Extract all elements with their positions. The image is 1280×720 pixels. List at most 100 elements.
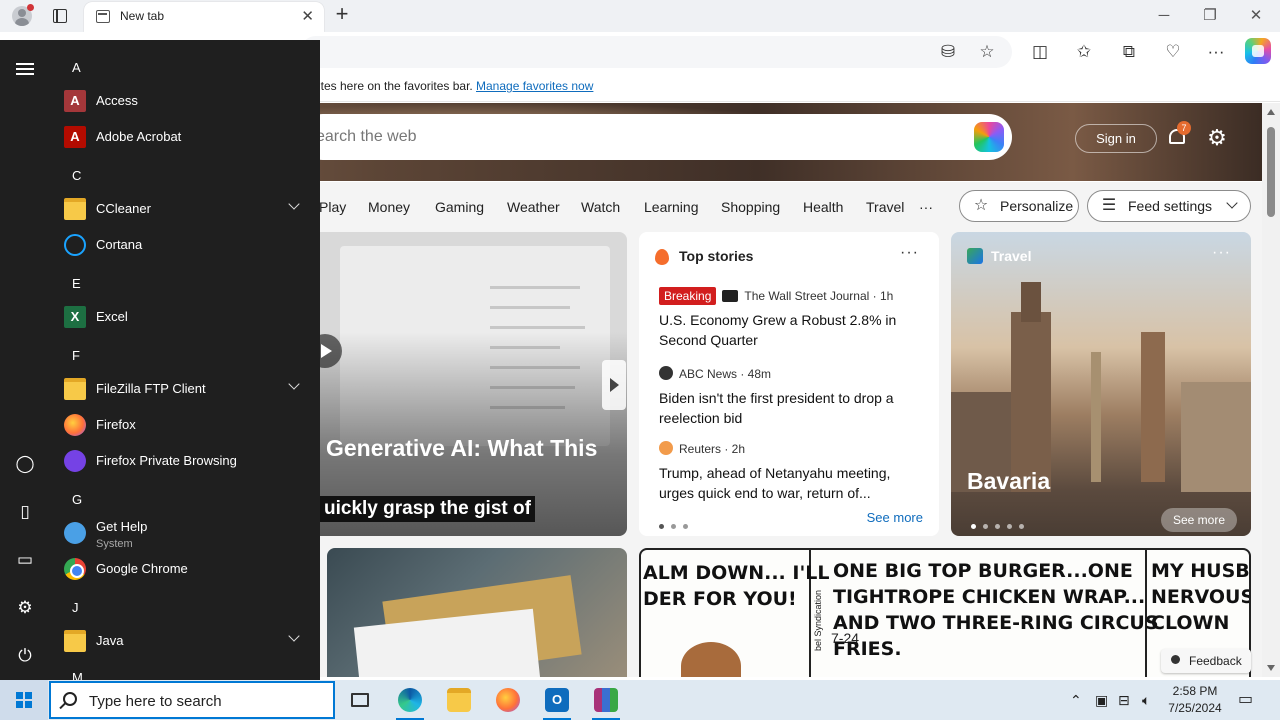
settings-icon[interactable]: ⚙ [14,597,36,619]
app-adobe-acrobat[interactable]: A Adobe Acrobat [56,119,312,155]
profile-button[interactable] [8,4,36,28]
category-money[interactable]: Money [368,199,410,215]
close-button[interactable]: ✕ [1236,4,1276,28]
collections-icon[interactable]: ⧉ [1117,40,1141,64]
travel-see-more-button[interactable]: See more [1161,508,1237,532]
section-letter-m[interactable]: M [72,670,83,680]
travel-card[interactable]: Travel ··· Bavaria See more [951,232,1251,536]
app-java-folder[interactable]: Java [56,623,312,659]
volume-icon[interactable]: 🔈︎ [1142,680,1150,720]
browser-essentials-icon[interactable]: ♡ [1161,40,1185,64]
category-travel[interactable]: Travel [866,199,904,215]
category-health[interactable]: Health [803,199,843,215]
app-google-chrome[interactable]: Google Chrome [56,551,312,587]
app-cortana[interactable]: Cortana [56,227,312,263]
taskbar: Type here to search O ⌃ ▣ ⊟ 🔈︎ 2:58 PM 7… [0,680,1280,720]
pictures-icon[interactable]: ▭ [14,549,36,571]
user-account-icon[interactable]: ◯ [14,453,36,475]
app-access[interactable]: A Access [56,83,312,119]
category-more[interactable]: ··· [919,199,933,215]
device-icon[interactable]: ▣ [1095,680,1108,720]
taskbar-winrar[interactable] [582,680,630,720]
comic-strip-card[interactable]: ALM DOWN... I'LL DER FOR YOU! bel Syndic… [639,548,1251,677]
app-excel[interactable]: X Excel [56,299,312,335]
video-headline[interactable]: Generative AI: What This [326,435,597,462]
copilot-icon[interactable] [974,122,1004,152]
category-gaming[interactable]: Gaming [435,199,484,215]
section-letter-c[interactable]: C [72,168,81,183]
story-title[interactable]: Trump, ahead of Netanyahu meeting, urges… [659,463,929,503]
video-card[interactable]: Generative AI: What This uickly grasp th… [280,232,627,536]
show-hidden-icons-icon[interactable]: ⌃ [1070,680,1082,720]
story-item[interactable]: Reuters · 2h Trump, ahead of Netanyahu m… [659,439,929,503]
taskbar-outlook[interactable]: O [533,680,581,720]
top-stories-more-button[interactable]: ··· [900,244,919,262]
copilot-sidebar-icon[interactable] [1245,38,1271,64]
taskbar-search-box[interactable]: Type here to search [49,681,335,719]
feedback-button[interactable]: Feedback [1161,649,1251,673]
address-bar[interactable] [300,36,1012,68]
personalize-button[interactable]: ☆ Personalize [959,190,1079,222]
app-firefox[interactable]: Firefox [56,407,312,443]
manage-favorites-link[interactable]: Manage favorites now [476,79,593,93]
app-label: Google Chrome [96,561,188,576]
travel-place-title[interactable]: Bavaria [967,468,1050,495]
favorite-star-icon[interactable]: ☆ [975,40,999,64]
page-scrollbar[interactable] [1262,103,1280,677]
scroll-up-icon[interactable] [1267,109,1275,115]
section-letter-a[interactable]: A [72,60,81,75]
story-title[interactable]: U.S. Economy Grew a Robust 2.8% in Secon… [659,310,929,350]
section-letter-e[interactable]: E [72,276,81,291]
category-watch[interactable]: Watch [581,199,620,215]
tab-close-button[interactable]: ✕ [301,7,314,25]
tab-new-tab[interactable]: New tab ✕ [84,2,324,32]
tracking-prevention-icon[interactable]: ⛁ [936,40,960,64]
category-play[interactable]: Play [319,199,346,215]
category-weather[interactable]: Weather [507,199,560,215]
story-item[interactable]: Breaking The Wall Street Journal · 1h U.S… [659,286,929,350]
power-icon[interactable]: ⏻ [14,645,36,667]
system-clock[interactable]: 2:58 PM 7/25/2024 [1160,683,1230,717]
taskbar-file-explorer[interactable] [435,680,483,720]
app-firefox-private[interactable]: Firefox Private Browsing [56,443,312,479]
documents-icon[interactable]: ▯ [14,501,36,523]
scroll-down-icon[interactable] [1267,665,1275,671]
notifications-bell-icon[interactable]: 7 [1166,121,1191,148]
sign-in-button[interactable]: Sign in [1075,124,1157,153]
web-search-box[interactable]: earch the web [300,114,1012,160]
task-view-button[interactable] [336,680,384,720]
top-stories-see-more-link[interactable]: See more [867,510,923,525]
scroll-thumb[interactable] [1267,127,1275,217]
tab-actions-button[interactable] [46,6,74,26]
app-label: Firefox [96,417,136,432]
settings-more-icon[interactable]: ··· [1204,40,1228,64]
mailbox-image-card[interactable] [327,548,627,677]
action-center-icon[interactable]: ▭ [1238,680,1253,720]
clock-date: 7/25/2024 [1168,701,1222,715]
new-tab-button[interactable]: + [330,3,354,27]
network-icon[interactable]: ⊟ [1118,680,1130,720]
hamburger-menu-icon[interactable] [16,63,34,75]
carousel-dots [971,516,1031,534]
story-item[interactable]: ABC News · 48m Biden isn't the first pre… [659,364,929,428]
split-screen-icon[interactable]: ◫ [1028,40,1052,64]
feed-settings-button[interactable]: ☰ Feed settings [1087,190,1251,222]
section-letter-f[interactable]: F [72,348,80,363]
minimize-button[interactable]: ─ [1144,4,1184,28]
story-title[interactable]: Biden isn't the first president to drop … [659,388,929,428]
taskbar-firefox[interactable] [484,680,532,720]
section-letter-g[interactable]: G [72,492,82,507]
page-settings-gear-icon[interactable]: ⚙ [1205,126,1229,150]
app-get-help[interactable]: Get Help System [56,515,312,551]
favorites-icon[interactable]: ✩ [1072,40,1096,64]
category-shopping[interactable]: Shopping [721,199,780,215]
app-ccleaner-folder[interactable]: CCleaner [56,191,312,227]
section-letter-j[interactable]: J [72,600,79,615]
taskbar-edge[interactable] [386,680,434,720]
category-learning[interactable]: Learning [644,199,699,215]
app-filezilla-folder[interactable]: FileZilla FTP Client [56,371,312,407]
start-button[interactable] [0,680,48,720]
restore-button[interactable]: ❐ [1190,4,1230,28]
carousel-next-icon[interactable] [602,360,626,410]
travel-more-button[interactable]: ··· [1212,244,1231,262]
